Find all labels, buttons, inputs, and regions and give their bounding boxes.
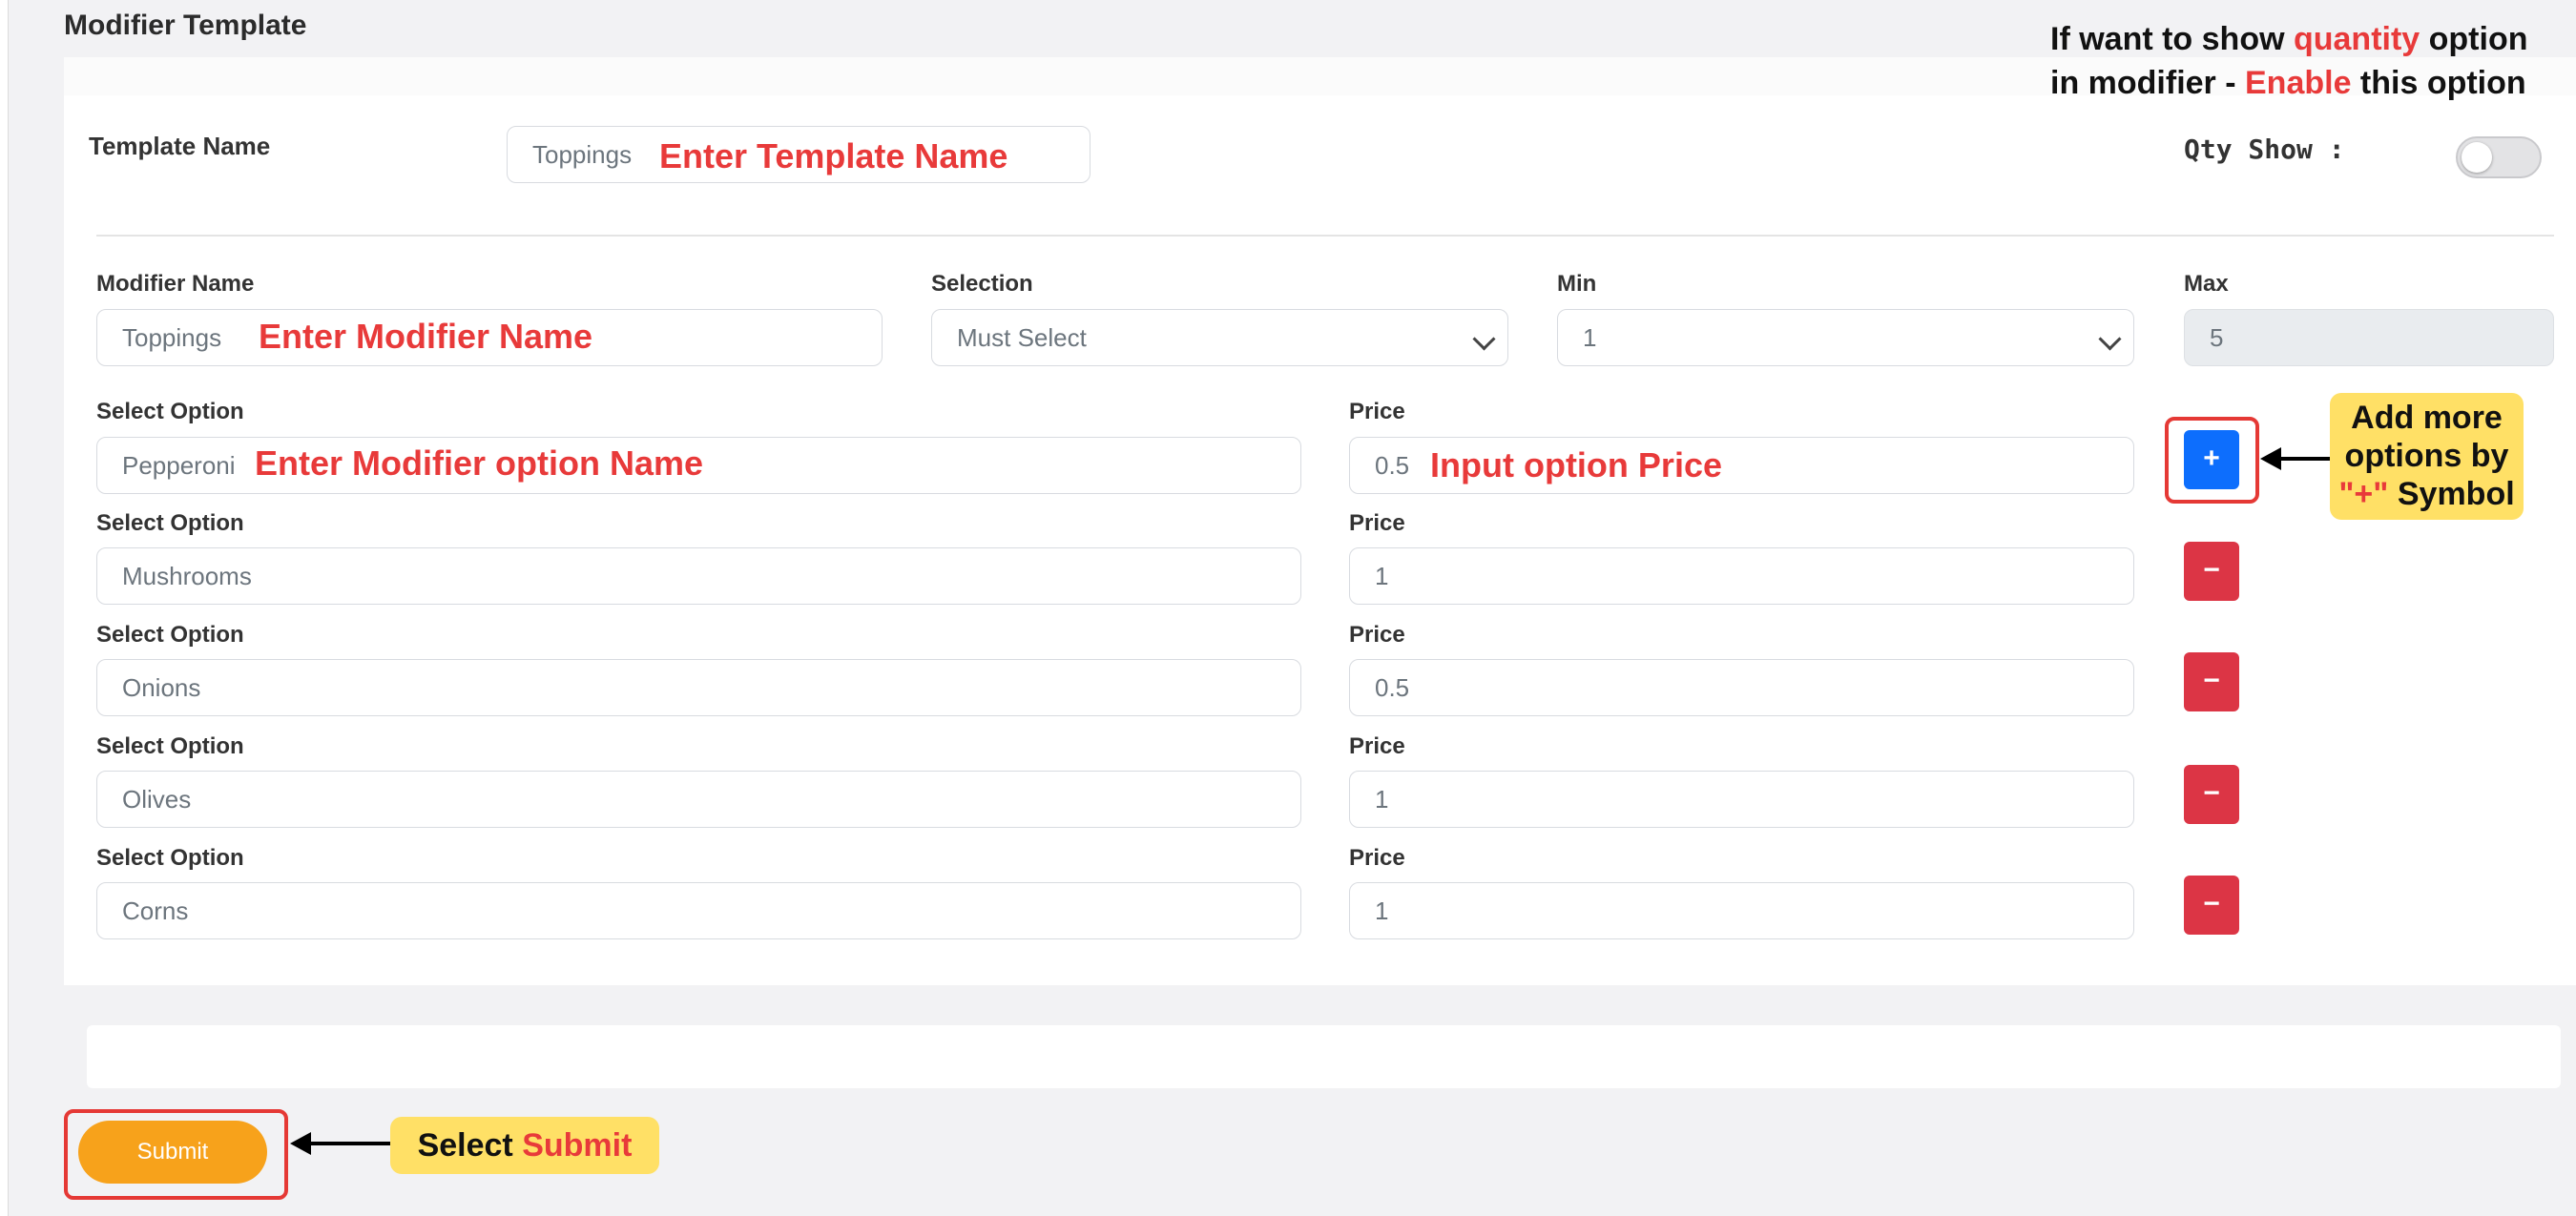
option-label: Select Option	[96, 399, 244, 424]
qty-show-label: Qty Show :	[2184, 134, 2345, 165]
note-text: this option	[2351, 65, 2526, 101]
max-label: Max	[2184, 271, 2229, 297]
arrow-left-icon	[2260, 447, 2281, 470]
modifier-name-annotation: Enter Modifier Name	[259, 317, 593, 356]
plus-symbol-text: "+"	[2338, 476, 2389, 512]
chevron-down-icon	[1472, 327, 1496, 351]
option-label: Select Option	[96, 733, 244, 759]
modifier-name-value: Toppings	[122, 323, 222, 352]
max-value: 5	[2210, 323, 2224, 352]
note-line: If want to show quantity option	[2050, 17, 2528, 61]
modifier-form-card	[64, 57, 2576, 985]
callout-text: Symbol	[2388, 476, 2515, 512]
remove-option-button[interactable]: −	[2184, 765, 2239, 824]
toggle-knob	[2462, 142, 2492, 173]
option-price-value: 0.5	[1375, 451, 1410, 480]
chevron-down-icon	[2098, 327, 2122, 351]
option-name-value: Onions	[122, 673, 201, 702]
modifier-name-label: Modifier Name	[96, 271, 255, 297]
note-text: option	[2420, 21, 2528, 57]
option-name-value: Mushrooms	[122, 562, 252, 590]
footer-card	[87, 1025, 2561, 1088]
min-label: Min	[1557, 271, 1597, 297]
template-name-value: Toppings	[532, 140, 633, 169]
option-price-value: 1	[1375, 562, 1389, 590]
price-label: Price	[1349, 733, 1405, 759]
page-title: Modifier Template	[64, 10, 307, 41]
option-price-input[interactable]: 1	[1349, 547, 2134, 605]
option-name-annotation: Enter Modifier option Name	[255, 443, 704, 483]
app-window: Modifier Template Template Name Toppings…	[8, 0, 2576, 1216]
selection-value: Must Select	[957, 323, 1087, 352]
submit-button[interactable]: Submit	[78, 1121, 267, 1184]
option-price-value: 0.5	[1375, 673, 1410, 702]
callout-line: "+" Symbol	[2330, 475, 2524, 513]
select-submit-callout: Select Submit	[390, 1117, 659, 1174]
note-text: If want to show	[2050, 21, 2294, 57]
option-price-value: 1	[1375, 785, 1389, 814]
section-divider	[96, 235, 2554, 237]
callout-highlight: Submit	[522, 1127, 633, 1164]
note-text: in modifier -	[2050, 65, 2245, 101]
qty-enable-note: If want to show quantity option in modif…	[2050, 17, 2528, 105]
max-input: 5	[2184, 309, 2554, 366]
option-label: Select Option	[96, 510, 244, 536]
qty-show-toggle[interactable]	[2456, 136, 2542, 178]
price-label: Price	[1349, 399, 1405, 424]
option-price-input[interactable]: 1	[1349, 882, 2134, 939]
template-name-annotation: Enter Template Name	[659, 136, 1008, 175]
note-line: in modifier - Enable this option	[2050, 61, 2528, 105]
option-price-annotation: Input option Price	[1430, 445, 1722, 484]
callout-text: Select	[417, 1127, 523, 1164]
note-highlight: quantity	[2293, 21, 2420, 57]
note-highlight: Enable	[2245, 65, 2352, 101]
remove-option-button[interactable]: −	[2184, 876, 2239, 935]
min-select[interactable]: 1	[1557, 309, 2134, 366]
remove-option-button[interactable]: −	[2184, 652, 2239, 711]
option-price-input[interactable]: 0.5	[1349, 659, 2134, 716]
callout-line: options by	[2344, 438, 2509, 474]
option-name-input[interactable]: Corns	[96, 882, 1301, 939]
add-more-callout: Add more options by "+" Symbol	[2330, 393, 2524, 520]
arrow-line	[2279, 457, 2332, 461]
price-label: Price	[1349, 510, 1405, 536]
selection-label: Selection	[931, 271, 1033, 297]
option-name-value: Pepperoni	[122, 451, 236, 480]
option-name-value: Olives	[122, 785, 192, 814]
option-name-input[interactable]: Onions	[96, 659, 1301, 716]
price-label: Price	[1349, 622, 1405, 648]
add-button-highlight	[2165, 417, 2259, 504]
min-value: 1	[1583, 323, 1597, 352]
option-name-input[interactable]: Olives	[96, 771, 1301, 828]
option-label: Select Option	[96, 845, 244, 871]
remove-option-button[interactable]: −	[2184, 542, 2239, 601]
option-name-value: Corns	[122, 897, 189, 925]
template-name-label: Template Name	[89, 132, 271, 160]
arrow-line	[309, 1142, 393, 1145]
price-label: Price	[1349, 845, 1405, 871]
arrow-left-icon	[290, 1132, 311, 1155]
callout-line: Add more	[2351, 400, 2503, 436]
option-name-input[interactable]: Mushrooms	[96, 547, 1301, 605]
option-label: Select Option	[96, 622, 244, 648]
option-price-value: 1	[1375, 897, 1389, 925]
selection-select[interactable]: Must Select	[931, 309, 1508, 366]
option-price-input[interactable]: 1	[1349, 771, 2134, 828]
